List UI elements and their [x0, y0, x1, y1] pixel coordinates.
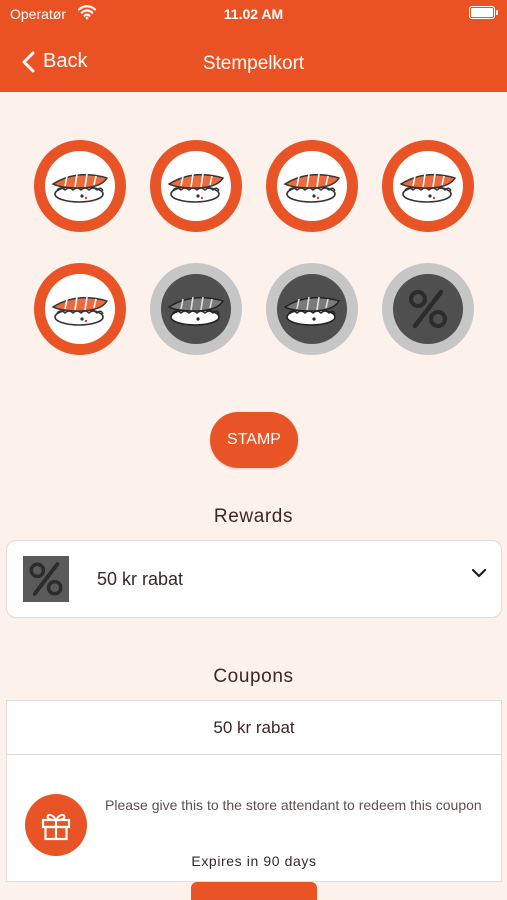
reward-label: 50 kr rabat: [97, 569, 184, 589]
sushi-icon: [51, 173, 109, 203]
sushi-icon: [51, 296, 109, 326]
rewards-heading: Rewards: [213, 506, 294, 527]
percent-icon: [409, 289, 447, 329]
clock: 11.02 AM: [223, 6, 284, 22]
reward-thumbnail: [23, 556, 69, 602]
stamp-5: [34, 263, 126, 355]
chevron-down-icon[interactable]: [471, 567, 487, 579]
coupon-expiry: Expires in 90 days: [191, 853, 317, 869]
coupon-description: Please give this to the store attendant …: [105, 797, 482, 813]
percent-icon: [29, 562, 63, 596]
stamp-8-reward: [382, 263, 474, 355]
stamp-4: [382, 140, 474, 232]
stamp-6: [150, 263, 242, 355]
sushi-icon: [167, 173, 225, 203]
page-title: Stempelkort: [202, 53, 305, 74]
sushi-icon: [167, 296, 225, 326]
stamp-button[interactable]: STAMP: [210, 412, 298, 468]
battery-icon: [469, 6, 498, 19]
stamp-7: [266, 263, 358, 355]
sushi-icon: [399, 173, 457, 203]
top-bar: Operatør 11.02 AM Back Stempelkort: [0, 0, 507, 92]
coupons-heading: Coupons: [213, 666, 294, 687]
coupon-card: 50 kr rabat Please give this to the stor…: [6, 700, 502, 882]
coupon-title: 50 kr rabat: [7, 701, 501, 755]
stamp-1: [34, 140, 126, 232]
stamp-3: [266, 140, 358, 232]
gift-icon: [25, 794, 87, 856]
reward-item[interactable]: 50 kr rabat: [6, 540, 502, 618]
sushi-icon: [283, 296, 341, 326]
navigation-bar: Back Stempelkort: [0, 40, 507, 90]
status-bar: Operatør 11.02 AM: [0, 0, 507, 30]
stamp-2: [150, 140, 242, 232]
sushi-icon: [283, 173, 341, 203]
redeem-button[interactable]: [191, 882, 317, 900]
